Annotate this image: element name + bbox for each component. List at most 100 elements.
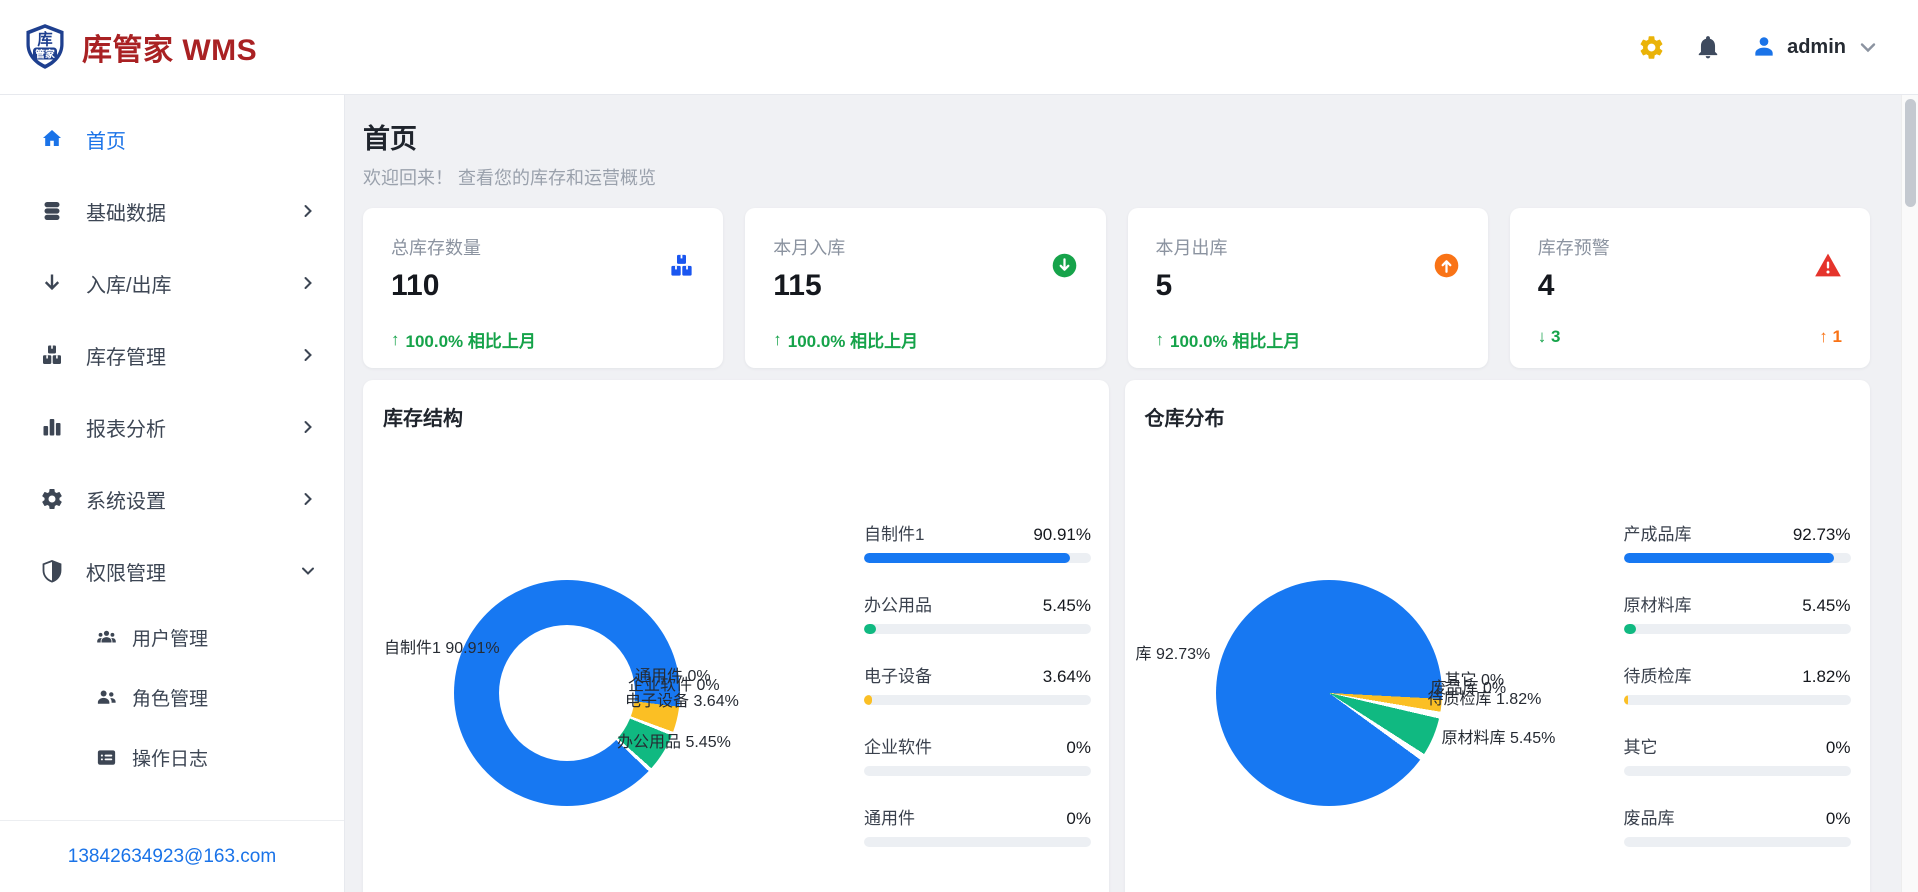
stats-row: 总库存数量 110 ↑ 100.0% 相比上月 本月入库 115 ↑ 100.0… bbox=[363, 208, 1870, 368]
legend-item: 其它 0% bbox=[1623, 733, 1851, 776]
vertical-scrollbar[interactable] bbox=[1901, 95, 1918, 892]
stat-card-inventory-alerts: 库存预警 4 ↓ 3 ↑ 1 bbox=[1509, 208, 1870, 368]
warehouse-distribution-card: 仓库分布 库 92.73% 其它 0% 废品库 0% 待质检库 1.82% 原材… bbox=[1124, 380, 1870, 892]
warehouse-distribution-chart: 库 92.73% 其它 0% 废品库 0% 待质检库 1.82% 原材料库 5.… bbox=[1136, 445, 1851, 892]
user-group-icon bbox=[97, 690, 116, 704]
pie-label: 库 92.73% bbox=[1135, 646, 1211, 663]
outbound-circle-up-icon bbox=[1433, 252, 1460, 284]
stat-value: 4 bbox=[1537, 269, 1555, 302]
sidebar: 首页 基础数据 入库/出库 库存管理 报表分析 系统设置 权限管理 用户管理 角… bbox=[0, 95, 345, 892]
stat-value: 115 bbox=[773, 269, 822, 302]
up-arrow: ↑ bbox=[1155, 329, 1165, 349]
app-root: 库 管家 库管家 WMS admin 首页 基础数据 入库/出库 库存管理 报表… bbox=[0, 0, 1918, 892]
stat-change: ↓ 3 ↑ 1 bbox=[1538, 327, 1842, 347]
legend-item: 通用件 0% bbox=[864, 804, 1091, 847]
pie-label: 待质检库 1.82% bbox=[1427, 691, 1542, 708]
sidebar-item-home[interactable]: 首页 bbox=[0, 103, 344, 175]
brand-title: 库管家 WMS bbox=[82, 34, 258, 67]
sidebar-item-reports[interactable]: 报表分析 bbox=[0, 391, 344, 463]
page-subtitle: 欢迎回来！ 查看您的库存和运营概览 bbox=[363, 168, 656, 188]
page-title: 首页 bbox=[363, 124, 417, 154]
chart-title: 库存结构 bbox=[383, 408, 463, 430]
stat-change: ↑ 100.0% 相比上月 bbox=[391, 329, 536, 352]
arrow-down-icon bbox=[44, 274, 60, 291]
svg-text:管家: 管家 bbox=[35, 47, 55, 60]
stat-card-monthly-inbound: 本月入库 115 ↑ 100.0% 相比上月 bbox=[745, 208, 1106, 368]
sidebar-item-permissions[interactable]: 权限管理 bbox=[0, 535, 344, 607]
sidebar-item-label: 角色管理 bbox=[132, 688, 209, 710]
shield-icon bbox=[42, 560, 62, 583]
user-avatar-icon bbox=[1755, 37, 1773, 56]
sidebar-item-settings[interactable]: 系统设置 bbox=[0, 463, 344, 535]
notifications-icon[interactable] bbox=[1695, 34, 1721, 60]
stat-card-total-inventory: 总库存数量 110 ↑ 100.0% 相比上月 bbox=[363, 208, 724, 368]
inventory-structure-chart: 自制件1 90.91% 通用件 0% 企业软件 0% 电子设备 3.64% 办公… bbox=[383, 445, 1091, 892]
sidebar-item-label: 权限管理 bbox=[86, 562, 166, 585]
sidebar-item-label: 报表分析 bbox=[86, 418, 166, 441]
sidebar-item-label: 基础数据 bbox=[86, 202, 166, 225]
legend-item: 产成品库 92.73% bbox=[1623, 520, 1851, 563]
boxes-icon bbox=[43, 345, 61, 364]
scrollbar-thumb[interactable] bbox=[1905, 99, 1916, 207]
log-list-icon bbox=[97, 749, 116, 765]
chevron-right-icon bbox=[304, 277, 312, 289]
legend-item: 待质检库 1.82% bbox=[1623, 662, 1851, 705]
alert-increase: ↑ 1 bbox=[1819, 327, 1842, 346]
chevron-right-icon bbox=[304, 349, 312, 361]
header-actions: admin bbox=[1638, 34, 1880, 61]
legend-item: 电子设备 3.64% bbox=[864, 662, 1091, 705]
sidebar-nav: 首页 基础数据 入库/出库 库存管理 报表分析 系统设置 权限管理 用户管理 角… bbox=[0, 95, 344, 820]
pie-label: 自制件1 90.91% bbox=[384, 640, 500, 657]
warehouse-distribution-pie[interactable] bbox=[1215, 580, 1442, 806]
warning-triangle-icon bbox=[1814, 252, 1842, 283]
stat-label: 总库存数量 bbox=[391, 238, 481, 258]
chevron-right-icon bbox=[304, 421, 312, 433]
stat-value: 110 bbox=[391, 269, 440, 302]
sidebar-item-label: 库存管理 bbox=[86, 346, 166, 369]
chart-legend: 产成品库92.73% 原材料库5.45% 待质检库1.82% 其它0% bbox=[1623, 520, 1851, 875]
alert-decrease: ↓ 3 bbox=[1537, 327, 1561, 346]
sidebar-footer-email[interactable]: 13842634923@163.com bbox=[0, 820, 344, 892]
stat-change: ↑ 100.0% 相比上月 bbox=[1155, 329, 1301, 352]
user-menu[interactable]: admin bbox=[1751, 34, 1880, 60]
charts-row: 库存结构 自制件1 90.91% 通用件 0% 企业软件 0% 电子设备 3.6… bbox=[363, 380, 1870, 892]
app-header: 库 管家 库管家 WMS admin bbox=[0, 0, 1918, 95]
legend-item: 废品库 0% bbox=[1623, 804, 1851, 847]
up-arrow: ↑ bbox=[391, 329, 400, 349]
chevron-right-icon bbox=[304, 493, 312, 505]
sidebar-subitem-role-management[interactable]: 角色管理 bbox=[0, 667, 344, 727]
sidebar-item-label: 首页 bbox=[86, 130, 126, 153]
stat-change: ↑ 100.0% 相比上月 bbox=[773, 329, 919, 352]
settings-icon[interactable] bbox=[1638, 34, 1665, 61]
sidebar-subitem-user-management[interactable]: 用户管理 bbox=[0, 607, 344, 667]
sidebar-subitem-operation-log[interactable]: 操作日志 bbox=[0, 727, 344, 787]
donut-hole bbox=[499, 625, 635, 761]
pie-label: 电子设备 3.64% bbox=[625, 693, 739, 710]
inventory-structure-card: 库存结构 自制件1 90.91% 通用件 0% 企业软件 0% 电子设备 3.6… bbox=[363, 380, 1109, 892]
chart-title: 仓库分布 bbox=[1144, 408, 1225, 430]
stat-value: 5 bbox=[1155, 269, 1173, 302]
legend-item: 企业软件 0% bbox=[864, 733, 1091, 776]
user-name: admin bbox=[1787, 35, 1846, 58]
chevron-down-icon bbox=[1860, 43, 1876, 53]
sidebar-item-label: 用户管理 bbox=[132, 628, 209, 650]
stat-label: 库存预警 bbox=[1537, 238, 1610, 258]
brand: 库 管家 库管家 WMS bbox=[22, 23, 257, 71]
users-icon bbox=[97, 630, 116, 642]
chevron-down-icon bbox=[302, 567, 314, 575]
bar-chart-icon bbox=[43, 419, 61, 436]
sidebar-item-inbound-outbound[interactable]: 入库/出库 bbox=[0, 247, 344, 319]
sidebar-item-basic-data[interactable]: 基础数据 bbox=[0, 175, 344, 247]
stat-label: 本月出库 bbox=[1155, 238, 1228, 258]
inbound-circle-down-icon bbox=[1051, 252, 1078, 284]
home-icon bbox=[43, 130, 61, 146]
legend-item: 自制件1 90.91% bbox=[864, 520, 1091, 563]
boxes-blue-icon bbox=[668, 252, 695, 284]
up-arrow: ↑ bbox=[773, 329, 782, 349]
stat-card-monthly-outbound: 本月出库 5 ↑ 100.0% 相比上月 bbox=[1127, 208, 1488, 368]
sidebar-item-label: 系统设置 bbox=[86, 490, 166, 513]
sidebar-item-inventory[interactable]: 库存管理 bbox=[0, 319, 344, 391]
legend-item: 办公用品 5.45% bbox=[864, 591, 1091, 634]
legend-item: 原材料库 5.45% bbox=[1623, 591, 1851, 634]
svg-text:库: 库 bbox=[37, 30, 52, 48]
